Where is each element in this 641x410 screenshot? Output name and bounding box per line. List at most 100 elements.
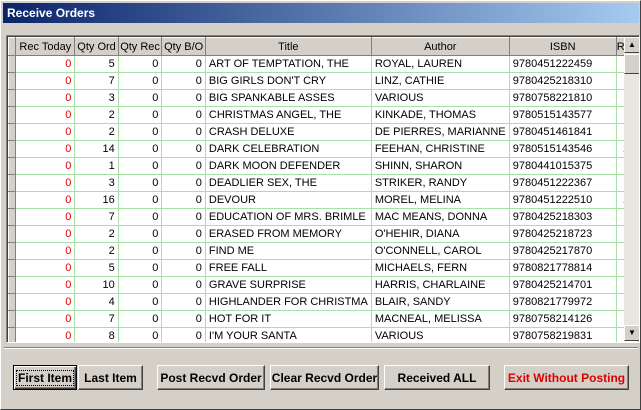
cell-isbn[interactable]: 9780758219831 (509, 327, 617, 342)
cell-qty-ord[interactable]: 2 (74, 123, 119, 141)
cell-rec-today[interactable]: 0 (15, 174, 76, 192)
row-selector[interactable] (7, 310, 17, 328)
row-selector[interactable] (7, 225, 17, 243)
scroll-down-icon[interactable]: ▼ (624, 325, 639, 341)
cell-qty-bo[interactable]: 0 (161, 259, 206, 277)
table-row[interactable]: 0 7 0 0 EDUCATION OF MRS. BRIMLE MAC MEANS, D… (7, 208, 639, 226)
cell-rec-today[interactable]: 0 (15, 72, 76, 90)
cell-isbn[interactable]: 9780515143577 (509, 106, 617, 124)
cell-qty-rec[interactable]: 0 (118, 72, 163, 90)
cell-rec-today[interactable]: 0 (15, 140, 76, 158)
cell-isbn[interactable]: 9780515143546 (509, 140, 617, 158)
cell-rec-today[interactable]: 0 (15, 293, 76, 311)
column-header[interactable]: Qty Ord (74, 37, 119, 56)
cell-author[interactable]: MAC MEANS, DONNA (371, 208, 510, 226)
cell-rec-today[interactable]: 0 (15, 242, 76, 260)
cell-author[interactable]: O'HEHIR, DIANA (371, 225, 510, 243)
cell-author[interactable]: FEEHAN, CHRISTINE (371, 140, 510, 158)
cell-qty-rec[interactable]: 0 (118, 191, 163, 209)
row-selector[interactable] (7, 140, 17, 158)
table-row[interactable]: 0 2 0 0 CRASH DELUXE DE PIERRES, MARIANNE 9780… (7, 123, 639, 141)
cell-qty-ord[interactable]: 3 (74, 89, 119, 107)
cell-author[interactable]: DE PIERRES, MARIANNE (371, 123, 510, 141)
cell-qty-bo[interactable]: 0 (161, 72, 206, 90)
cell-title[interactable]: EDUCATION OF MRS. BRIMLE (205, 208, 372, 226)
row-selector[interactable] (7, 327, 17, 342)
cell-title[interactable]: DARK CELEBRATION (205, 140, 372, 158)
column-header[interactable]: Rec Today (15, 37, 76, 56)
cell-qty-bo[interactable]: 0 (161, 225, 206, 243)
table-row[interactable]: 0 2 0 0 ERASED FROM MEMORY O'HEHIR, DIANA 9780… (7, 225, 639, 243)
scroll-thumb[interactable] (624, 54, 639, 74)
cell-title[interactable]: ART OF TEMPTATION, THE (205, 55, 372, 73)
cell-qty-rec[interactable]: 0 (118, 225, 163, 243)
scroll-up-icon[interactable]: ▲ (624, 37, 639, 53)
cell-qty-ord[interactable]: 3 (74, 174, 119, 192)
column-header[interactable]: ISBN (508, 37, 617, 56)
cell-rec-today[interactable]: 0 (15, 191, 76, 209)
cell-author[interactable]: BLAIR, SANDY (371, 293, 510, 311)
cell-title[interactable]: DEVOUR (205, 191, 372, 209)
cell-qty-ord[interactable]: 14 (74, 140, 119, 158)
cell-qty-rec[interactable]: 0 (118, 208, 163, 226)
table-row[interactable]: 0 10 0 0 GRAVE SURPRISE HARRIS, CHARLAINE 9780… (7, 276, 639, 294)
table-row[interactable]: 0 2 0 0 CHRISTMAS ANGEL, THE KINKADE, THOMAS 9… (7, 106, 639, 124)
row-selector[interactable] (7, 293, 17, 311)
table-row[interactable]: 0 5 0 0 ART OF TEMPTATION, THE ROYAL, LAUREN 9… (7, 55, 639, 73)
cell-qty-rec[interactable]: 0 (118, 89, 163, 107)
cell-qty-rec[interactable]: 0 (118, 259, 163, 277)
cell-author[interactable]: MICHAELS, FERN (371, 259, 510, 277)
cell-rec-today[interactable]: 0 (15, 123, 76, 141)
cell-qty-bo[interactable]: 0 (161, 123, 206, 141)
cell-qty-ord[interactable]: 7 (74, 72, 119, 90)
cell-qty-ord[interactable]: 2 (74, 106, 119, 124)
title-bar[interactable]: Receive Orders (3, 3, 639, 23)
cell-qty-bo[interactable]: 0 (161, 55, 206, 73)
cell-rec-today[interactable]: 0 (15, 157, 76, 175)
table-row[interactable]: 0800I'M YOUR SANTAVARIOUS97807582198316 (7, 327, 639, 342)
cell-qty-ord[interactable]: 2 (74, 225, 119, 243)
post-recvd-order-button[interactable]: Post Recvd Order (157, 365, 265, 390)
cell-qty-bo[interactable]: 0 (161, 89, 206, 107)
cell-isbn[interactable]: 9780425218303 (509, 208, 617, 226)
cell-qty-ord[interactable]: 16 (74, 191, 119, 209)
cell-title[interactable]: I'M YOUR SANTA (205, 327, 372, 342)
column-header[interactable]: Qty B/O (161, 37, 206, 56)
row-selector[interactable] (7, 123, 17, 141)
cell-isbn[interactable]: 9780441015375 (509, 157, 617, 175)
row-selector[interactable] (7, 242, 17, 260)
cell-title[interactable]: CRASH DELUXE (205, 123, 372, 141)
row-selector[interactable] (7, 191, 17, 209)
cell-qty-rec[interactable]: 0 (118, 276, 163, 294)
cell-author[interactable]: O'CONNELL, CAROL (371, 242, 510, 260)
table-row[interactable]: 0 5 0 0 FREE FALL MICHAELS, FERN 9780821778814… (7, 259, 639, 277)
cell-rec-today[interactable]: 0 (15, 208, 76, 226)
cell-rec-today[interactable]: 0 (15, 106, 76, 124)
cell-title[interactable]: FREE FALL (205, 259, 372, 277)
cell-qty-bo[interactable]: 0 (161, 140, 206, 158)
table-row[interactable]: 0 3 0 0 DEADLIER SEX, THE STRIKER, RANDY 97804… (7, 174, 639, 192)
row-selector[interactable] (7, 106, 17, 124)
cell-qty-ord[interactable]: 10 (74, 276, 119, 294)
cell-isbn[interactable]: 9780451222367 (509, 174, 617, 192)
cell-rec-today[interactable]: 0 (15, 259, 76, 277)
orders-grid[interactable]: Rec Today Qty Ord Qty Rec Qty B/O Title … (6, 35, 640, 343)
cell-qty-rec[interactable]: 0 (118, 327, 163, 342)
received-all-button[interactable]: Received ALL (384, 365, 490, 390)
cell-title[interactable]: GRAVE SURPRISE (205, 276, 372, 294)
cell-qty-bo[interactable]: 0 (161, 293, 206, 311)
row-selector[interactable] (7, 157, 17, 175)
cell-qty-rec[interactable]: 0 (118, 242, 163, 260)
cell-author[interactable]: LINZ, CATHIE (371, 72, 510, 90)
cell-isbn[interactable]: 9780451222510 (509, 191, 617, 209)
cell-author[interactable]: MOREL, MELINA (371, 191, 510, 209)
cell-qty-ord[interactable]: 4 (74, 293, 119, 311)
cell-qty-bo[interactable]: 0 (161, 157, 206, 175)
cell-author[interactable]: SHINN, SHARON (371, 157, 510, 175)
cell-rec-today[interactable]: 0 (15, 225, 76, 243)
cell-qty-ord[interactable]: 1 (74, 157, 119, 175)
column-header[interactable]: Qty Rec (117, 37, 163, 56)
cell-qty-rec[interactable]: 0 (118, 310, 163, 328)
cell-author[interactable]: STRIKER, RANDY (371, 174, 510, 192)
cell-isbn[interactable]: 9780425218310 (509, 72, 617, 90)
